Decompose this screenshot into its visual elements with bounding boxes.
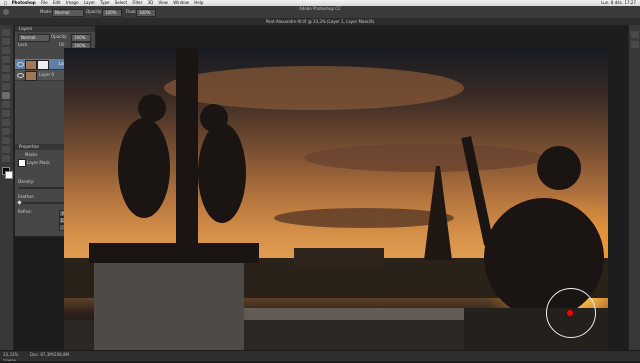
menu-filter[interactable]: Filter (132, 0, 142, 5)
brush-tool-icon[interactable] (2, 92, 10, 99)
masks-section-label: Masks (25, 152, 38, 157)
feather-label: Feather: (18, 194, 35, 199)
type-tool-icon[interactable] (2, 155, 10, 162)
history-panel-icon[interactable] (631, 31, 639, 38)
actions-panel-icon[interactable] (631, 41, 639, 48)
apple-icon[interactable]:  (4, 0, 6, 5)
right-dock-strip (628, 25, 640, 350)
brush-cursor-center (567, 310, 573, 316)
menu-select[interactable]: Select (115, 0, 127, 5)
mode-select[interactable]: Normal (52, 9, 84, 17)
layers-panel-title: Layers (19, 26, 33, 31)
flow-field[interactable]: 100% (136, 9, 156, 17)
flow-label: Flow: (126, 9, 137, 14)
lock-label: Lock: (18, 42, 29, 47)
mode-label: Mode: (40, 9, 53, 14)
dodge-tool-icon[interactable] (2, 137, 10, 144)
photo-silhouettes (64, 48, 608, 350)
menu-view[interactable]: View (158, 0, 168, 5)
layer-thumbnail (25, 60, 37, 70)
document-tab[interactable]: Pont-Alexandre-III.tif @ 33,3% (Layer 1,… (0, 18, 640, 25)
layer-thumbnail (25, 71, 37, 81)
opacity-label: Opacity: (86, 9, 103, 14)
menu-app[interactable]: Photoshop (12, 0, 36, 5)
menu-type[interactable]: Type (100, 0, 109, 5)
layer-opacity-label: Opacity: (51, 34, 68, 39)
document-canvas[interactable] (64, 48, 608, 350)
move-tool-icon[interactable] (2, 29, 10, 36)
marquee-tool-icon[interactable] (2, 38, 10, 45)
quick-select-tool-icon[interactable] (2, 56, 10, 63)
tools-panel (0, 25, 14, 350)
menu-image[interactable]: Image (66, 0, 79, 5)
menu-edit[interactable]: Edit (53, 0, 61, 5)
doc-size-info[interactable]: Doc: 87,3M/208,8M (30, 352, 69, 358)
brush-tool-icon[interactable] (3, 9, 9, 15)
menu-layer[interactable]: Layer (84, 0, 95, 5)
layers-panel-header[interactable]: Layers (15, 26, 95, 32)
layer-mask-thumbnail[interactable] (37, 60, 49, 70)
refine-label: Refine: (18, 209, 32, 214)
menu-file[interactable]: File (41, 0, 48, 5)
lasso-tool-icon[interactable] (2, 47, 10, 54)
gradient-tool-icon[interactable] (2, 128, 10, 135)
eyedropper-tool-icon[interactable] (2, 74, 10, 81)
visibility-eye-icon[interactable] (17, 62, 24, 67)
pixel-mask-icon[interactable] (18, 159, 26, 167)
menu-help[interactable]: Help (194, 0, 203, 5)
layer-opacity-field[interactable]: 100% (71, 34, 91, 42)
history-brush-tool-icon[interactable] (2, 110, 10, 117)
crop-tool-icon[interactable] (2, 65, 10, 72)
background-color-swatch[interactable] (5, 171, 13, 179)
status-bar: 33,33% Doc: 87,3M/208,8M Timeline (0, 350, 640, 363)
density-label: Density: (18, 179, 35, 184)
eraser-tool-icon[interactable] (2, 119, 10, 126)
menu-3d[interactable]: 3D (148, 0, 154, 5)
menu-window[interactable]: Window (173, 0, 189, 5)
timeline-label[interactable]: Timeline (3, 357, 16, 363)
pen-tool-icon[interactable] (2, 146, 10, 153)
properties-panel-title: Properties (19, 144, 40, 149)
opacity-field[interactable]: 100% (102, 9, 122, 17)
layer-name[interactable]: Layer 0 (39, 72, 54, 78)
mask-type-label: Layer Mask (27, 160, 50, 165)
layer-blend-mode-select[interactable]: Normal (18, 34, 50, 42)
healing-tool-icon[interactable] (2, 83, 10, 90)
clone-stamp-tool-icon[interactable] (2, 101, 10, 108)
visibility-eye-icon[interactable] (17, 73, 24, 78)
